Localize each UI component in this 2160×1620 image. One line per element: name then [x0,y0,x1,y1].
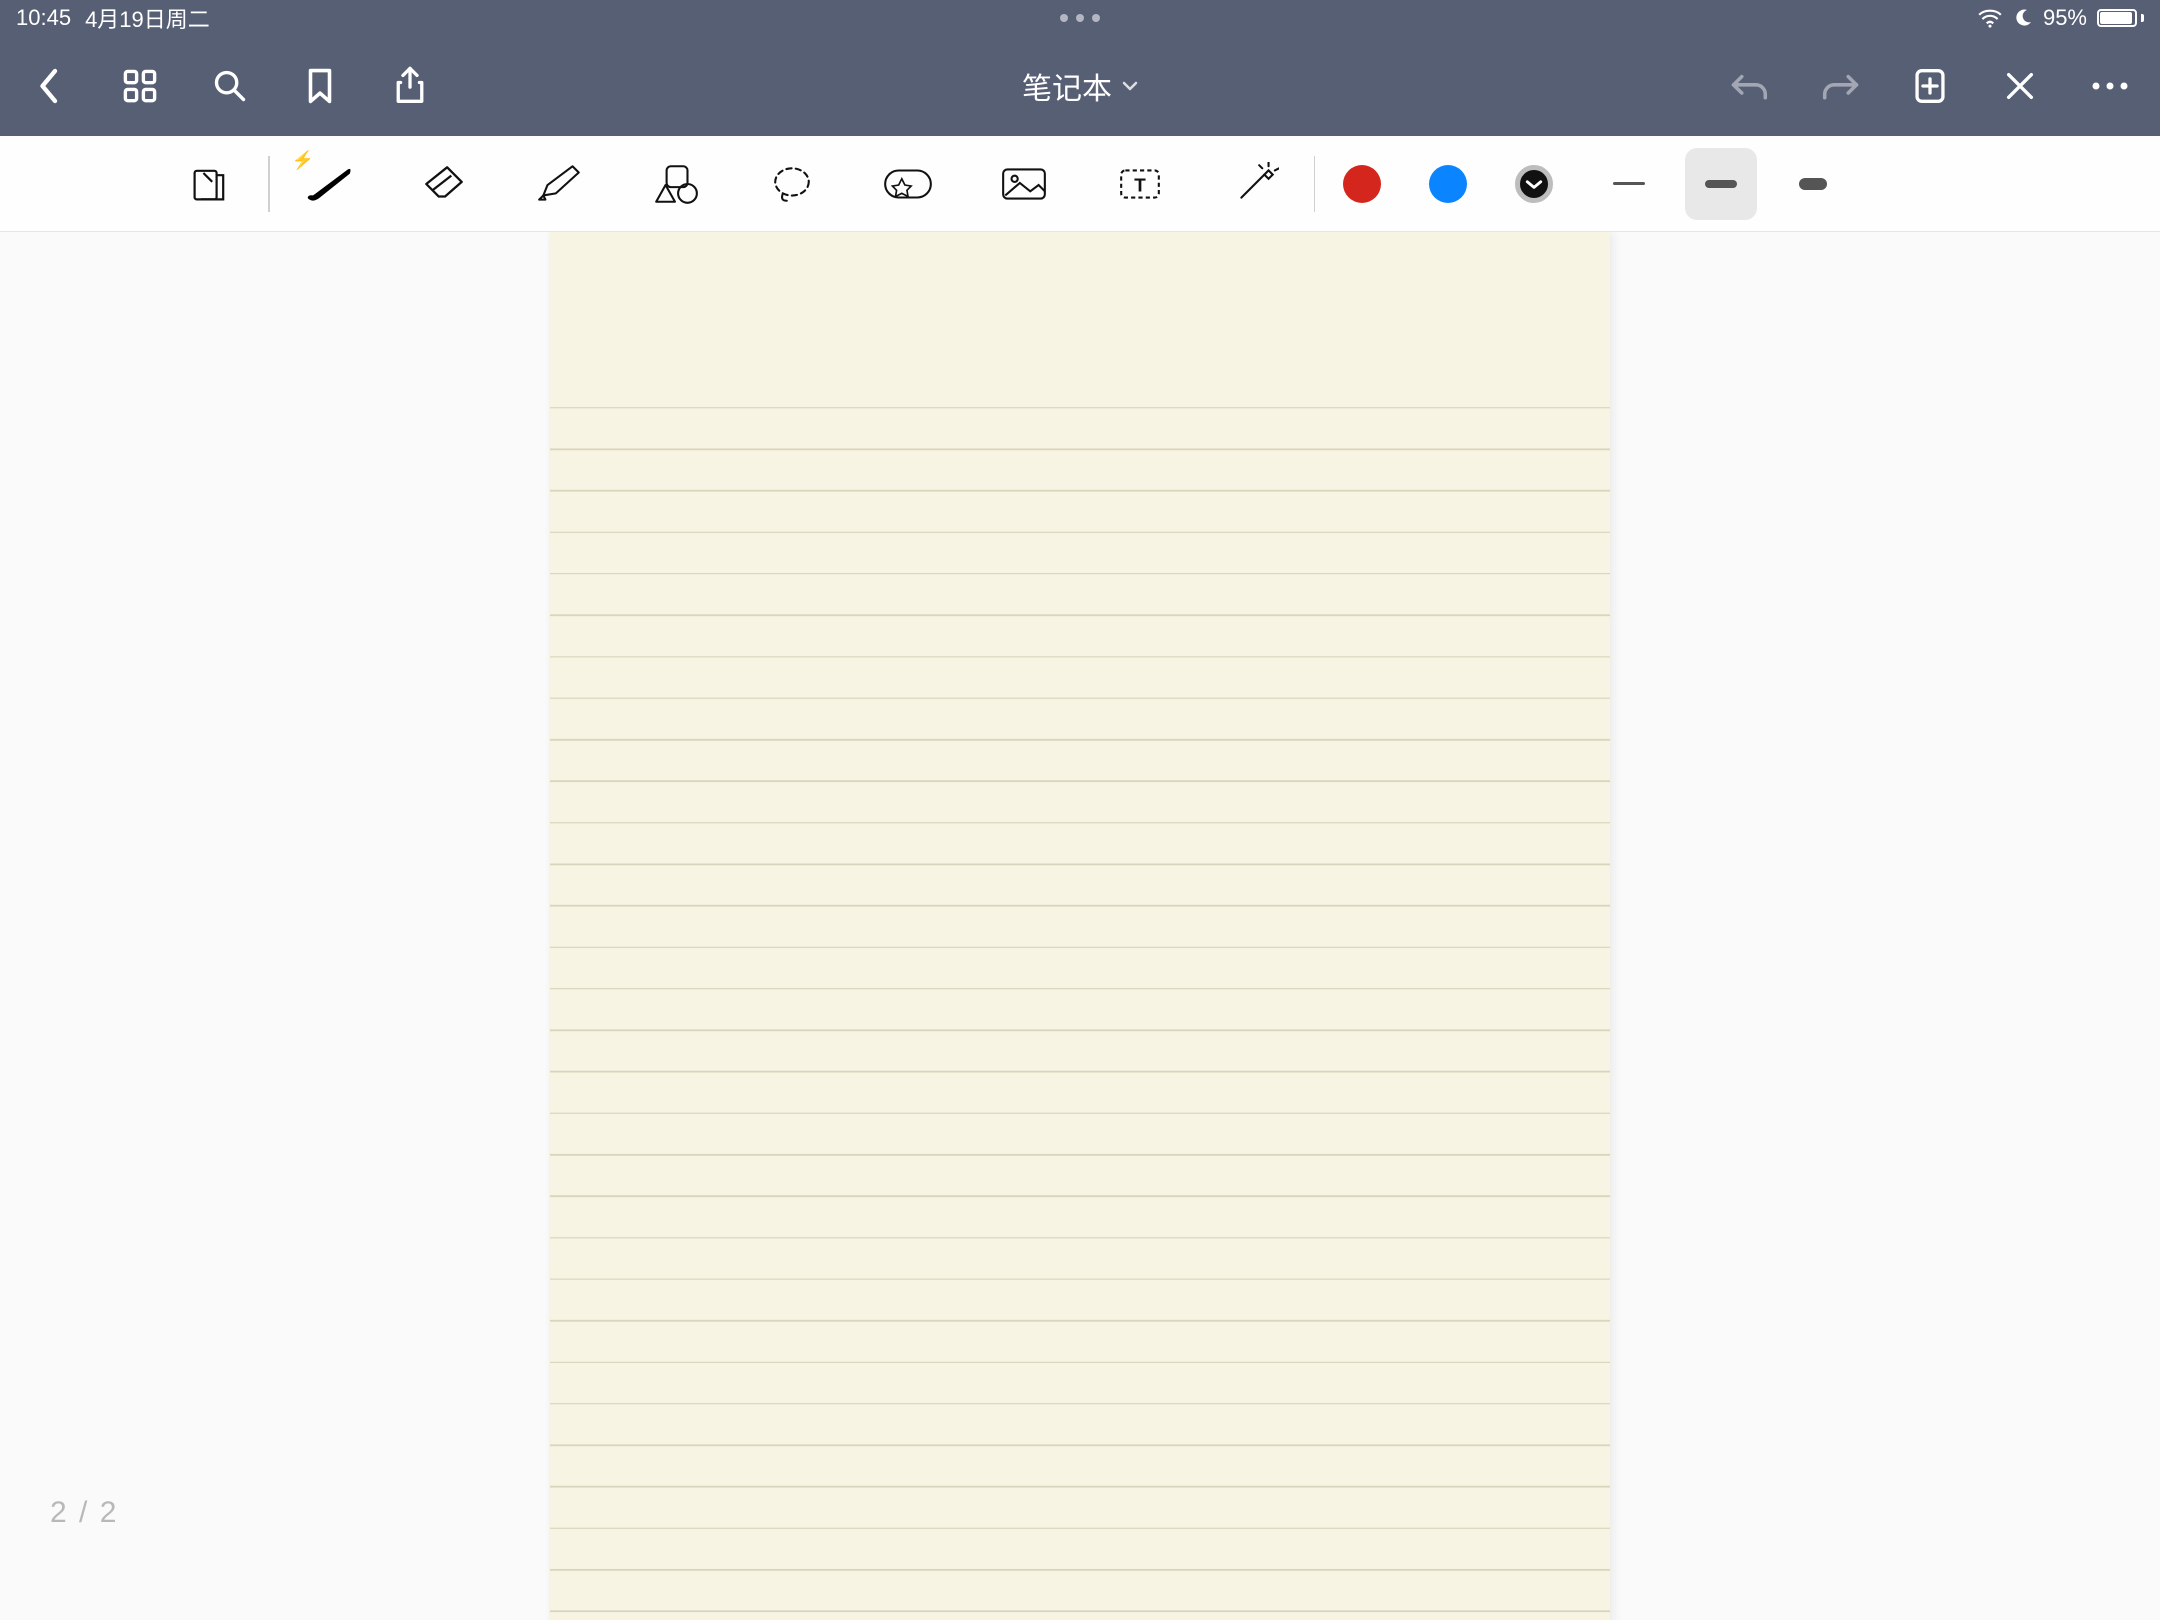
magic-tool[interactable] [1226,154,1286,214]
app-nav-bar: 笔记本 [0,36,2160,136]
share-button[interactable] [380,56,440,116]
more-button[interactable] [2080,56,2140,116]
battery-icon [2097,9,2144,27]
color-red[interactable] [1343,165,1381,203]
highlighter-tool[interactable] [530,154,590,214]
drawing-toolbar: ⚡ T [0,136,2160,232]
eraser-tool[interactable] [414,154,474,214]
status-right: 95% [1977,5,2144,31]
multitask-dots[interactable] [1060,14,1100,22]
chevron-down-icon [1122,76,1138,97]
nav-left [20,56,440,116]
toolbar-divider [268,156,270,212]
color-blue[interactable] [1429,165,1467,203]
tool-group-draw: ⚡ T [298,136,1286,231]
svg-text:T: T [1134,174,1146,195]
battery-percent: 95% [2043,5,2087,31]
text-tool[interactable]: T [1110,154,1170,214]
notebook-title-dropdown[interactable]: 笔记本 [1022,64,1138,108]
tool-group-main [180,136,240,231]
undo-button[interactable] [1720,56,1780,116]
canvas-area[interactable]: 2 / 2 [0,232,2160,1620]
tool-group-stroke [1593,136,1849,231]
ipad-status-bar: 10:45 4月19日周二 95% [0,0,2160,36]
read-mode-tool[interactable] [180,154,240,214]
sticker-tool[interactable] [878,154,938,214]
color-more[interactable] [1515,165,1553,203]
notebook-title-label: 笔记本 [1022,64,1112,108]
toolbar-divider [1314,156,1316,212]
lasso-tool[interactable] [762,154,822,214]
status-left: 10:45 4月19日周二 [16,2,210,34]
nav-right [1720,56,2140,116]
do-not-disturb-icon [2013,8,2033,28]
search-button[interactable] [200,56,260,116]
note-page[interactable] [550,232,1610,1620]
close-edit-button[interactable] [1990,56,2050,116]
thumbnails-button[interactable] [110,56,170,116]
pen-tool[interactable]: ⚡ [298,154,358,214]
back-button[interactable] [20,56,80,116]
stroke-thin[interactable] [1593,148,1665,220]
image-tool[interactable] [994,154,1054,214]
bluetooth-icon: ⚡ [292,150,314,171]
status-date: 4月19日周二 [85,2,210,34]
redo-button[interactable] [1810,56,1870,116]
bookmark-button[interactable] [290,56,350,116]
add-page-button[interactable] [1900,56,1960,116]
stroke-thick[interactable] [1777,148,1849,220]
wifi-icon [1977,8,2003,28]
status-time: 10:45 [16,5,71,31]
tool-group-color [1343,136,1553,231]
stroke-medium[interactable] [1685,148,1757,220]
shape-tool[interactable] [646,154,706,214]
page-indicator: 2 / 2 [50,1496,118,1530]
